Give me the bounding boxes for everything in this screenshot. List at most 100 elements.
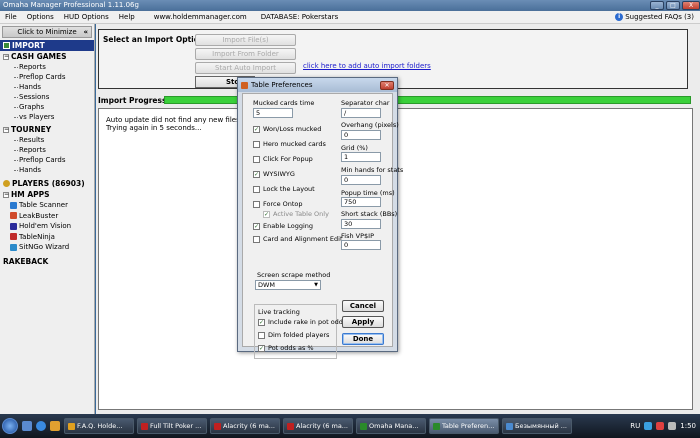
sidebar-item-preflop-cards[interactable]: Preflop Cards <box>14 72 94 82</box>
start-auto-import-button[interactable]: Start Auto Import <box>195 62 296 74</box>
task-faq[interactable]: F.A.Q. Holde... <box>64 418 134 434</box>
add-auto-import-folders-link[interactable]: click here to add auto import folders <box>303 62 431 70</box>
overhang-input[interactable]: 0 <box>341 130 381 140</box>
sidebar-hm-apps[interactable]: − HM APPS <box>0 189 94 200</box>
sidebar-item-hands[interactable]: Hands <box>14 82 94 92</box>
checkbox-box: ✓ <box>253 170 260 178</box>
task-alacrity-1[interactable]: Alacrity (6 ma... <box>210 418 280 434</box>
won-loss-mucked-checkbox[interactable]: ✓ Won/Loss mucked <box>253 125 321 133</box>
separator-char-input[interactable]: / <box>341 108 381 118</box>
minimize-window-button[interactable]: _ <box>650 1 664 10</box>
fish-vpip-input[interactable]: 0 <box>341 240 381 250</box>
sidebar-tourney[interactable]: − TOURNEY <box>0 124 94 135</box>
app-tableninja[interactable]: TableNinja <box>0 232 94 243</box>
collapse-toggle-icon[interactable]: − <box>3 191 9 198</box>
sidebar-item-tourney-preflop[interactable]: Preflop Cards <box>14 155 94 165</box>
table-scanner-icon <box>10 201 17 209</box>
menu-options[interactable]: Options <box>22 13 59 21</box>
enable-logging-checkbox[interactable]: ✓ Enable Logging <box>253 222 313 230</box>
tray-app-icon[interactable] <box>644 422 653 430</box>
grid-input[interactable]: 1 <box>341 152 381 162</box>
start-button[interactable] <box>2 418 18 434</box>
menu-hud-options[interactable]: HUD Options <box>59 13 114 21</box>
hm-apps-list: Table Scanner LeakBuster Hold'em Vision … <box>0 200 94 253</box>
screen-scrape-value: DWM <box>258 281 276 289</box>
collapse-icon: « <box>83 28 88 36</box>
sidebar-item-tourney-hands[interactable]: Hands <box>14 165 94 175</box>
popup-time-label: Popup time (ms) <box>341 189 395 197</box>
sidebar-cash-games[interactable]: − CASH GAMES <box>0 51 94 62</box>
checkbox-box <box>253 200 260 208</box>
checkbox-label: Include rake in pot odds <box>268 318 347 326</box>
sidebar-import[interactable]: IMPORT <box>0 40 94 51</box>
sidebar-players[interactable]: PLAYERS (86903) <box>0 178 94 189</box>
done-button[interactable]: Done <box>342 333 384 345</box>
lock-layout-checkbox[interactable]: Lock the Layout <box>253 185 315 193</box>
task-full-tilt[interactable]: Full Tilt Poker ... <box>137 418 207 434</box>
task-icon <box>287 422 294 430</box>
wysiwyg-checkbox[interactable]: ✓ WYSIWYG <box>253 170 295 178</box>
quicklaunch-ie-icon[interactable] <box>36 421 46 431</box>
checkbox-box: ✓ <box>258 344 265 352</box>
apply-button[interactable]: Apply <box>342 316 384 328</box>
include-rake-checkbox[interactable]: ✓ Include rake in pot odds <box>258 318 346 326</box>
cancel-button[interactable]: Cancel <box>342 300 384 312</box>
suggested-faqs-link[interactable]: i Suggested FAQs (3) <box>615 13 700 21</box>
task-icon <box>433 422 440 430</box>
tray-app-icon[interactable] <box>656 422 665 430</box>
close-window-button[interactable]: X <box>682 1 700 10</box>
screen-scrape-select[interactable]: DWM ▼ <box>255 280 321 290</box>
import-folder-button[interactable]: Import From Folder <box>195 48 296 60</box>
volume-icon[interactable] <box>668 422 677 430</box>
min-hands-input[interactable]: 0 <box>341 175 381 185</box>
minimize-label: Click to Minimize <box>17 28 77 36</box>
dialog-close-button[interactable]: ✕ <box>380 80 394 90</box>
checkbox-label: Won/Loss mucked <box>263 125 322 133</box>
minimize-sidebar-button[interactable]: Click to Minimize « <box>2 26 92 38</box>
app-table-scanner[interactable]: Table Scanner <box>0 200 94 211</box>
mucked-cards-time-label: Mucked cards time <box>253 99 315 107</box>
checkbox-box: ✓ <box>263 210 270 218</box>
popup-time-input[interactable]: 750 <box>341 197 381 207</box>
sidebar-item-reports[interactable]: Reports <box>14 62 94 72</box>
task-label: Безымянный ... <box>515 422 567 430</box>
click-for-popup-checkbox[interactable]: Click For Popup <box>253 155 313 163</box>
checkbox-label: Card and Alignment Edit <box>263 235 343 243</box>
import-files-button[interactable]: Import File(s) <box>195 34 296 46</box>
sidebar-rakeback[interactable]: RAKEBACK <box>0 256 94 267</box>
sidebar-item-vs-players[interactable]: vs Players <box>14 112 94 122</box>
checkbox-label: Lock the Layout <box>263 185 315 193</box>
website-link[interactable]: www.holdemmanager.com <box>154 13 247 21</box>
quicklaunch-desktop-icon[interactable] <box>22 421 32 431</box>
card-alignment-edit-checkbox[interactable]: Card and Alignment Edit <box>253 235 343 243</box>
dim-folded-players-checkbox[interactable]: Dim folded players <box>258 331 329 339</box>
sidebar-item-sessions[interactable]: Sessions <box>14 92 94 102</box>
mucked-cards-time-input[interactable]: 5 <box>253 108 293 118</box>
sidebar-item-graphs[interactable]: Graphs <box>14 102 94 112</box>
collapse-toggle-icon[interactable]: − <box>3 53 9 60</box>
sidebar-tourney-label: TOURNEY <box>11 125 52 134</box>
quicklaunch-media-icon[interactable] <box>50 421 60 431</box>
app-holdem-vision[interactable]: Hold'em Vision <box>0 221 94 232</box>
hero-mucked-cards-checkbox[interactable]: Hero mucked cards <box>253 140 326 148</box>
pot-odds-percent-checkbox[interactable]: ✓ Pot odds as % <box>258 344 314 352</box>
separator-char-label: Separator char <box>341 99 390 107</box>
task-table-preferences[interactable]: Table Preferen... <box>429 418 499 434</box>
menu-help[interactable]: Help <box>114 13 140 21</box>
clock[interactable]: 1:50 <box>680 422 696 430</box>
language-indicator[interactable]: RU <box>630 422 640 430</box>
sidebar-item-results[interactable]: Results <box>14 135 94 145</box>
task-untitled[interactable]: Безымянный ... <box>502 418 572 434</box>
force-ontop-checkbox[interactable]: Force Ontop <box>253 200 303 208</box>
maximize-window-button[interactable]: □ <box>666 1 680 10</box>
menu-file[interactable]: File <box>0 13 22 21</box>
task-alacrity-2[interactable]: Alacrity (6 ma... <box>283 418 353 434</box>
collapse-toggle-icon[interactable]: − <box>3 126 9 133</box>
app-sitngo-wizard[interactable]: SitNGo Wizard <box>0 242 94 253</box>
short-stack-input[interactable]: 30 <box>341 219 381 229</box>
sidebar-item-tourney-reports[interactable]: Reports <box>14 145 94 155</box>
import-progress-label: Import Progress: <box>98 96 170 105</box>
app-leakbuster[interactable]: LeakBuster <box>0 211 94 222</box>
min-hands-label: Min hands for stats <box>341 166 404 174</box>
task-omaha-manager[interactable]: Omaha Mana... <box>356 418 426 434</box>
